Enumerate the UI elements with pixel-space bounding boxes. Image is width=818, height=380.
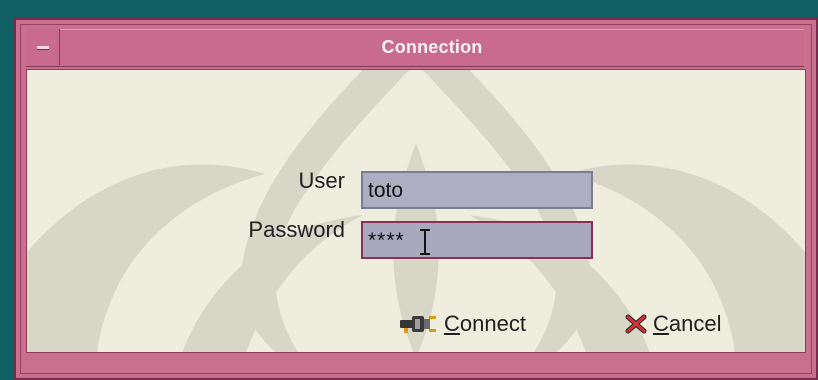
window-menu-icon (37, 46, 49, 50)
cancel-icon (621, 311, 651, 337)
password-label: Password (248, 217, 345, 242)
user-input[interactable]: toto (361, 171, 593, 209)
dialog-content: User toto Password **** Connect Cancel (26, 69, 806, 353)
connect-button[interactable]: Connect (398, 309, 543, 339)
plug-icon (398, 311, 442, 337)
window-title: Connection (381, 37, 483, 57)
password-input[interactable]: **** (361, 221, 593, 259)
connect-label: Connect (444, 311, 526, 336)
window-menu-button[interactable] (26, 29, 60, 65)
connection-window: Connection User toto Password **** Conne… (14, 18, 818, 380)
user-label: User (298, 168, 345, 193)
cancel-label: Cancel (653, 311, 722, 336)
text-cursor-icon (420, 229, 430, 255)
cancel-button[interactable]: Cancel (621, 309, 746, 339)
